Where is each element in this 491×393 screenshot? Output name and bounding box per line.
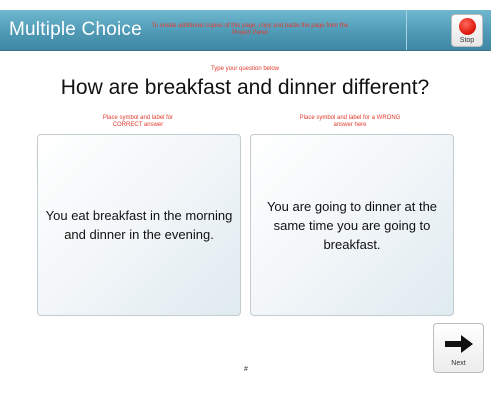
- correct-answer-hint: Place symbol and label for CORRECT answe…: [102, 115, 174, 128]
- page-title: Multiple Choice: [9, 19, 142, 40]
- page-number: #: [244, 366, 248, 373]
- wrong-answer-text: You are going to dinner at the same time…: [266, 198, 438, 252]
- next-label: Next: [451, 360, 466, 367]
- stop-button[interactable]: Stop: [451, 14, 483, 47]
- next-button[interactable]: Next: [433, 323, 484, 373]
- wrong-answer-card[interactable]: You are going to dinner at the same time…: [250, 134, 454, 316]
- header-divider: [406, 10, 407, 50]
- copy-instructions-note: To create additional copies of this page…: [151, 23, 349, 36]
- correct-answer-text: You eat breakfast in the morning and din…: [45, 208, 233, 242]
- right-arrow-icon: [445, 335, 473, 353]
- stop-label: Stop: [459, 37, 475, 44]
- wrong-answer-hint: Place symbol and label for a WRONG answe…: [299, 115, 401, 128]
- multiple-choice-page: Multiple Choice To create additional cop…: [0, 0, 491, 393]
- stop-circle-icon: [459, 18, 476, 35]
- correct-answer-card[interactable]: You eat breakfast in the morning and din…: [37, 134, 241, 316]
- question-text[interactable]: How are breakfast and dinner different?: [40, 75, 450, 101]
- header-bar: Multiple Choice To create additional cop…: [0, 10, 491, 51]
- question-hint: Type your question below: [210, 66, 280, 72]
